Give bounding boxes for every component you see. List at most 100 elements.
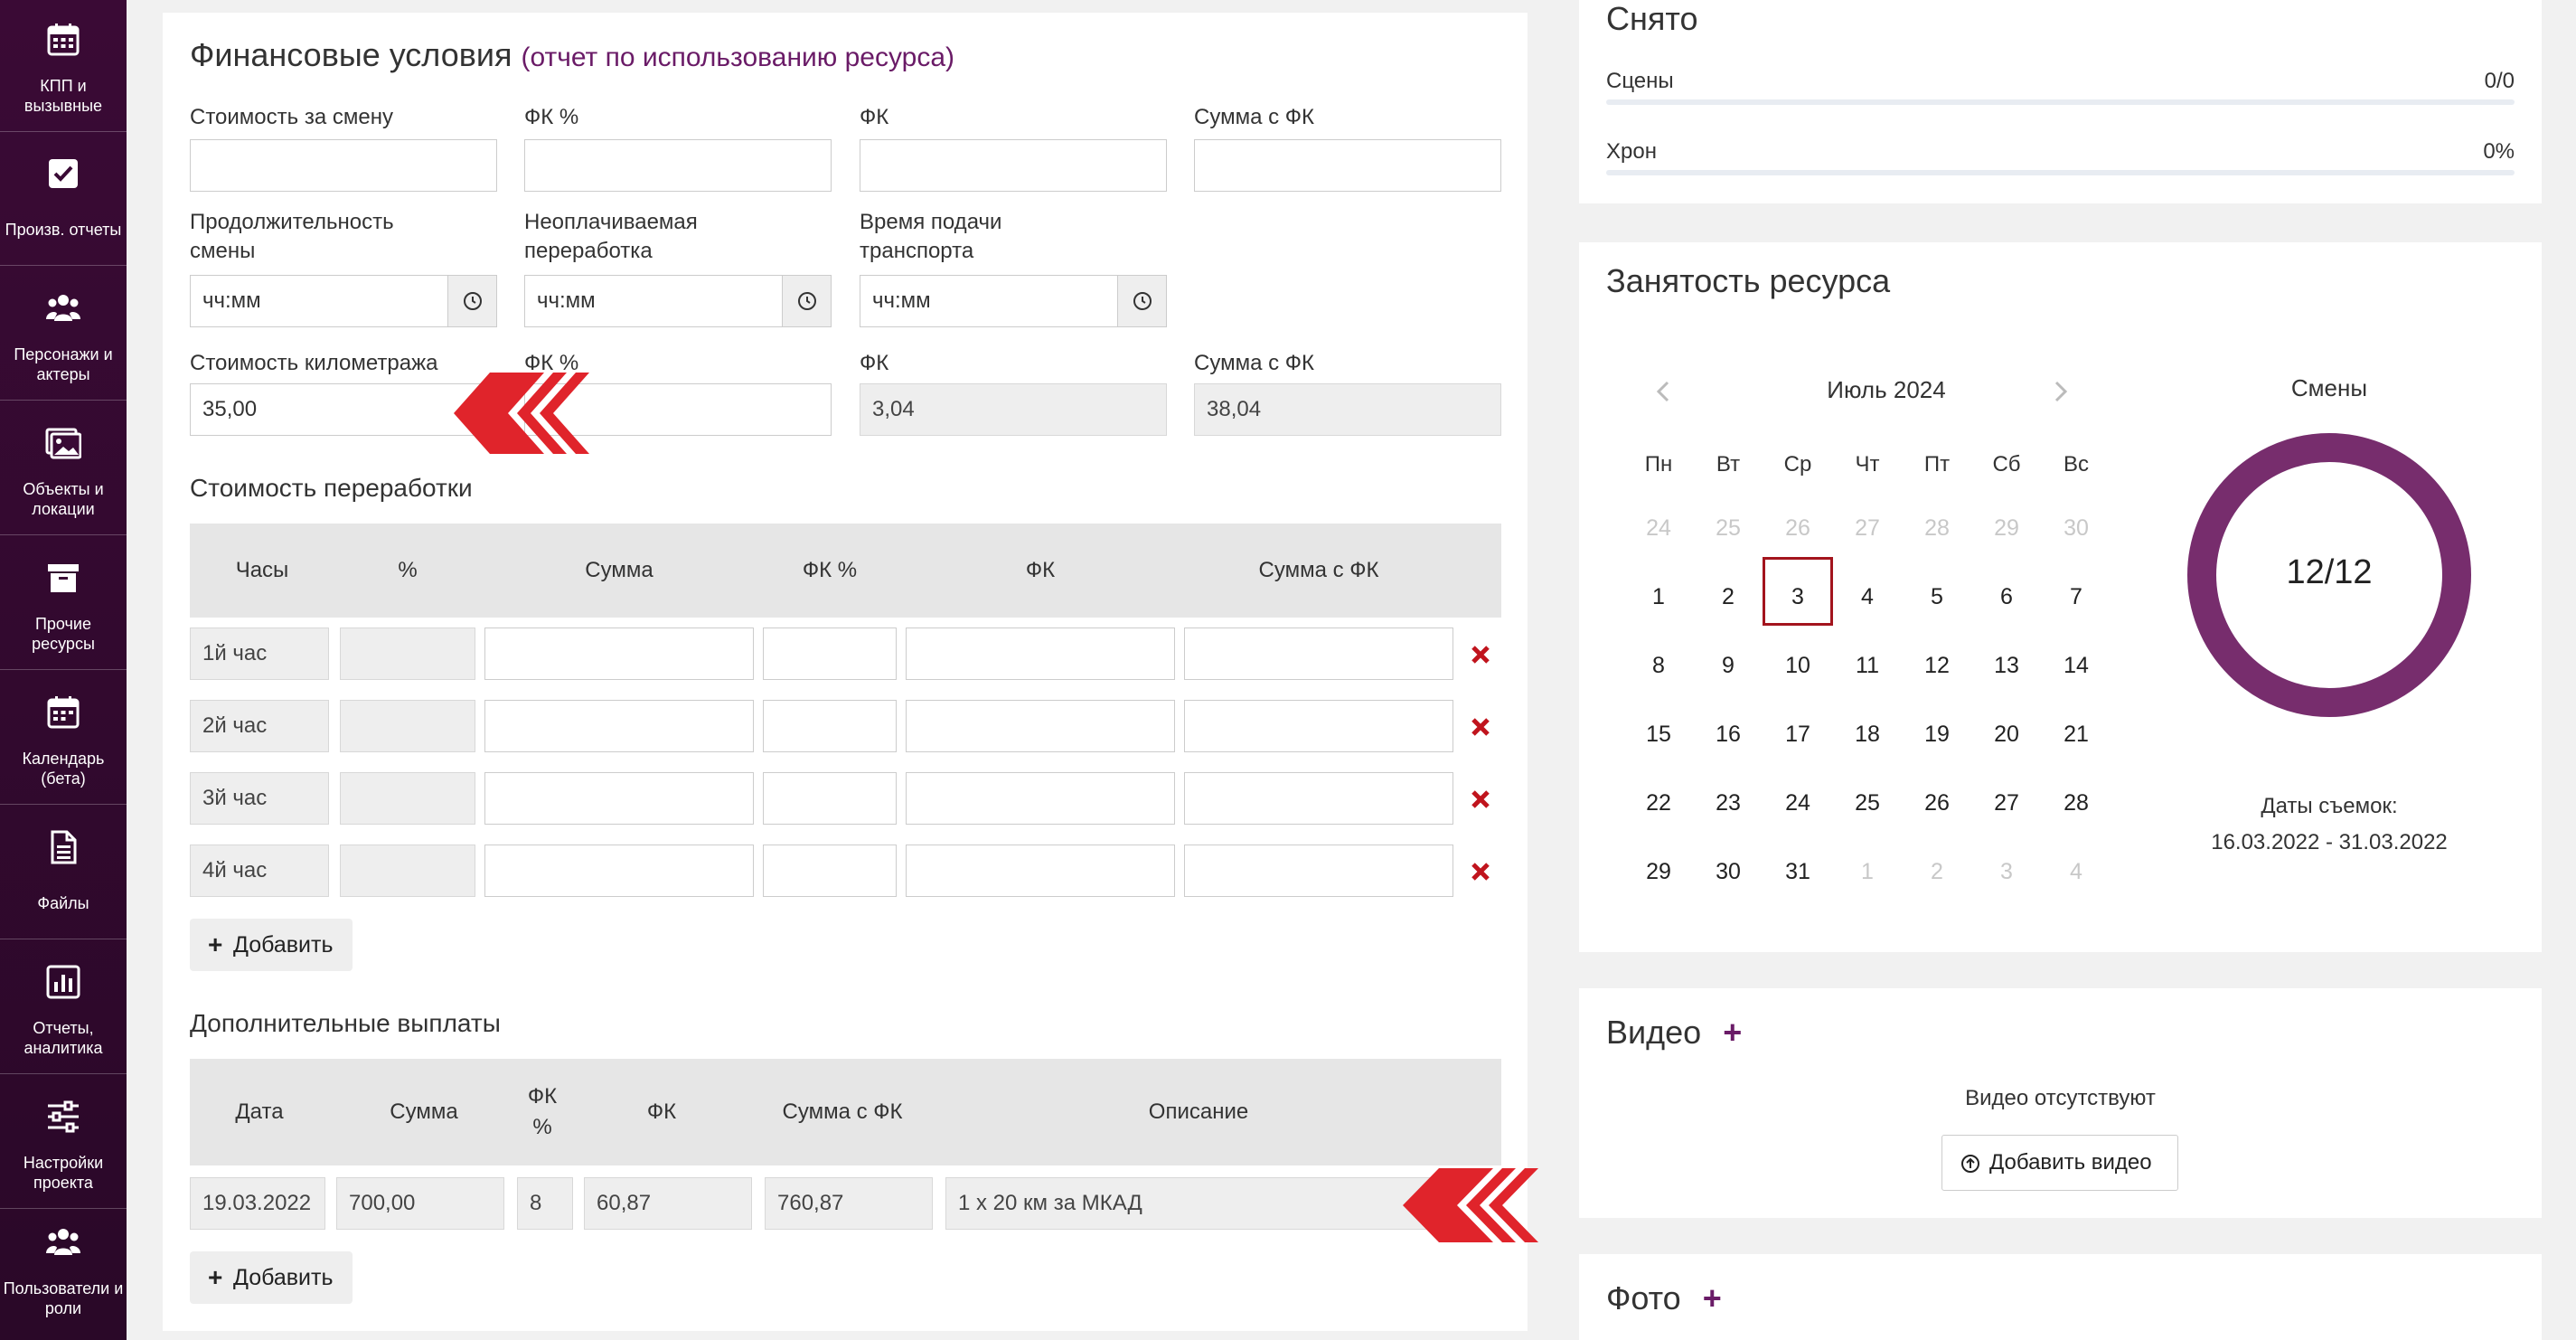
calendar-day[interactable]: 16 bbox=[1701, 716, 1755, 752]
delete-icon[interactable] bbox=[1471, 645, 1490, 665]
plus-icon: + bbox=[208, 1263, 223, 1291]
fk-cell[interactable] bbox=[906, 700, 1175, 752]
calendar-day[interactable]: 26 bbox=[1910, 785, 1964, 821]
resource-report-link[interactable]: (отчет по использованию ресурса) bbox=[521, 42, 954, 72]
add-video-plus-icon[interactable]: + bbox=[1723, 1014, 1742, 1051]
calendar-day[interactable]: 20 bbox=[1979, 716, 2034, 752]
calendar-day[interactable]: 28 bbox=[1910, 510, 1964, 546]
sum-fk-cell[interactable] bbox=[1184, 845, 1453, 897]
calendar-day[interactable]: 29 bbox=[1979, 510, 2034, 546]
sum-fk-cell[interactable] bbox=[1184, 700, 1453, 752]
mileage-cost-input[interactable]: 35,00 bbox=[190, 383, 497, 436]
calendar-day[interactable]: 24 bbox=[1631, 510, 1686, 546]
calendar-day[interactable]: 2 bbox=[1910, 854, 1964, 890]
pct-cell[interactable] bbox=[340, 628, 475, 680]
calendar-day[interactable]: 7 bbox=[2049, 579, 2103, 615]
calendar-day[interactable]: 14 bbox=[2049, 647, 2103, 684]
sum-cell[interactable] bbox=[484, 628, 754, 680]
calendar-day[interactable]: 2 bbox=[1701, 579, 1755, 615]
fk-pct-input[interactable] bbox=[524, 139, 832, 192]
delete-icon[interactable] bbox=[1471, 862, 1490, 882]
sidebar-item-reports[interactable]: Произв. отчеты bbox=[0, 134, 127, 266]
calendar-day[interactable]: 21 bbox=[2049, 716, 2103, 752]
delete-icon[interactable] bbox=[1471, 789, 1490, 809]
calendar-day[interactable]: 31 bbox=[1771, 854, 1825, 890]
calendar-day[interactable]: 19 bbox=[1910, 716, 1964, 752]
fk-input[interactable] bbox=[860, 139, 1167, 192]
calendar-day[interactable]: 1 bbox=[1840, 854, 1894, 890]
calendar-day[interactable]: 25 bbox=[1840, 785, 1894, 821]
add-photo-plus-icon[interactable]: + bbox=[1703, 1279, 1722, 1316]
sum-cell[interactable] bbox=[484, 700, 754, 752]
calendar-day[interactable]: 25 bbox=[1701, 510, 1755, 546]
sum-fk-cell[interactable] bbox=[1184, 772, 1453, 825]
transport-time-input[interactable]: чч:мм bbox=[860, 275, 1167, 327]
calendar-day[interactable]: 11 bbox=[1840, 647, 1894, 684]
chevron-right-icon[interactable] bbox=[2053, 380, 2069, 403]
add-extra-payment-button[interactable]: + Добавить bbox=[190, 1251, 353, 1304]
calendar-day[interactable]: 10 bbox=[1771, 647, 1825, 684]
calendar-day[interactable]: 4 bbox=[2049, 854, 2103, 890]
pct-cell[interactable] bbox=[340, 845, 475, 897]
calendar-day[interactable]: 4 bbox=[1840, 579, 1894, 615]
weekday-sun: Вс bbox=[2063, 452, 2089, 477]
calendar-day[interactable]: 24 bbox=[1771, 785, 1825, 821]
shift-cost-input[interactable] bbox=[190, 139, 497, 192]
calendar-day[interactable]: 9 bbox=[1701, 647, 1755, 684]
sidebar-item-analytics[interactable]: Отчеты, аналитика bbox=[0, 942, 127, 1074]
calendar-day[interactable]: 13 bbox=[1979, 647, 2034, 684]
calendar-day[interactable]: 29 bbox=[1631, 854, 1686, 890]
calendar-day[interactable]: 6 bbox=[1979, 579, 2034, 615]
upload-icon bbox=[1961, 1155, 1979, 1173]
calendar-day[interactable]: 23 bbox=[1701, 785, 1755, 821]
sidebar-item-project-settings[interactable]: Настройки проекта bbox=[0, 1077, 127, 1209]
fk-cell[interactable] bbox=[906, 772, 1175, 825]
chevron-left-icon[interactable] bbox=[1655, 380, 1671, 403]
calendar-day[interactable]: 26 bbox=[1771, 510, 1825, 546]
calendar-day[interactable]: 1 bbox=[1631, 579, 1686, 615]
clock-icon[interactable] bbox=[782, 276, 831, 326]
sidebar-item-files[interactable]: Файлы bbox=[0, 807, 127, 939]
calendar-day[interactable]: 30 bbox=[2049, 510, 2103, 546]
sidebar-item-users[interactable]: Пользователи и роли bbox=[0, 1212, 127, 1340]
unpaid-overtime-input[interactable]: чч:мм bbox=[524, 275, 832, 327]
sidebar-item-locations[interactable]: Объекты и локации bbox=[0, 403, 127, 535]
calendar-day[interactable]: 27 bbox=[1840, 510, 1894, 546]
weekday-sat: Сб bbox=[1992, 452, 2021, 477]
fk-pct-cell[interactable] bbox=[763, 845, 897, 897]
fk-cell[interactable] bbox=[906, 628, 1175, 680]
add-video-button[interactable]: Добавить видео bbox=[1941, 1135, 2178, 1191]
pct-cell[interactable] bbox=[340, 700, 475, 752]
sum-cell[interactable] bbox=[484, 845, 754, 897]
red-chevron-marker bbox=[1403, 1168, 1538, 1242]
shift-duration-input[interactable]: чч:мм bbox=[190, 275, 497, 327]
sum-cell[interactable] bbox=[484, 772, 754, 825]
calendar-day[interactable]: 30 bbox=[1701, 854, 1755, 890]
clock-icon[interactable] bbox=[1117, 276, 1166, 326]
calendar-day[interactable]: 28 bbox=[2049, 785, 2103, 821]
calendar-day[interactable]: 8 bbox=[1631, 647, 1686, 684]
calendar-day[interactable]: 12 bbox=[1910, 647, 1964, 684]
delete-icon[interactable] bbox=[1471, 717, 1490, 737]
sidebar-item-other-resources[interactable]: Прочие ресурсы bbox=[0, 538, 127, 670]
calendar-day[interactable]: 3 bbox=[1979, 854, 2034, 890]
clock-icon[interactable] bbox=[447, 276, 496, 326]
fk-cell[interactable] bbox=[906, 845, 1175, 897]
sidebar-item-kpp[interactable]: КПП и вызывные bbox=[0, 0, 127, 132]
fk-pct-cell[interactable] bbox=[763, 700, 897, 752]
add-overtime-button[interactable]: + Добавить bbox=[190, 919, 353, 971]
fk-pct-cell[interactable] bbox=[763, 628, 897, 680]
calendar-day[interactable]: 18 bbox=[1840, 716, 1894, 752]
calendar-day[interactable]: 22 bbox=[1631, 785, 1686, 821]
calendar-day[interactable]: 27 bbox=[1979, 785, 2034, 821]
sidebar-item-calendar[interactable]: Календарь (бета) bbox=[0, 673, 127, 805]
calendar-day[interactable]: 5 bbox=[1910, 579, 1964, 615]
sum-fk-input[interactable] bbox=[1194, 139, 1501, 192]
calendar-day[interactable]: 17 bbox=[1771, 716, 1825, 752]
calendar-day[interactable]: 15 bbox=[1631, 716, 1686, 752]
pct-cell[interactable] bbox=[340, 772, 475, 825]
sidebar-item-label: Объекты и локации bbox=[23, 480, 104, 518]
sum-fk-cell[interactable] bbox=[1184, 628, 1453, 680]
sidebar-item-characters[interactable]: Персонажи и актеры bbox=[0, 269, 127, 401]
fk-pct-cell[interactable] bbox=[763, 772, 897, 825]
